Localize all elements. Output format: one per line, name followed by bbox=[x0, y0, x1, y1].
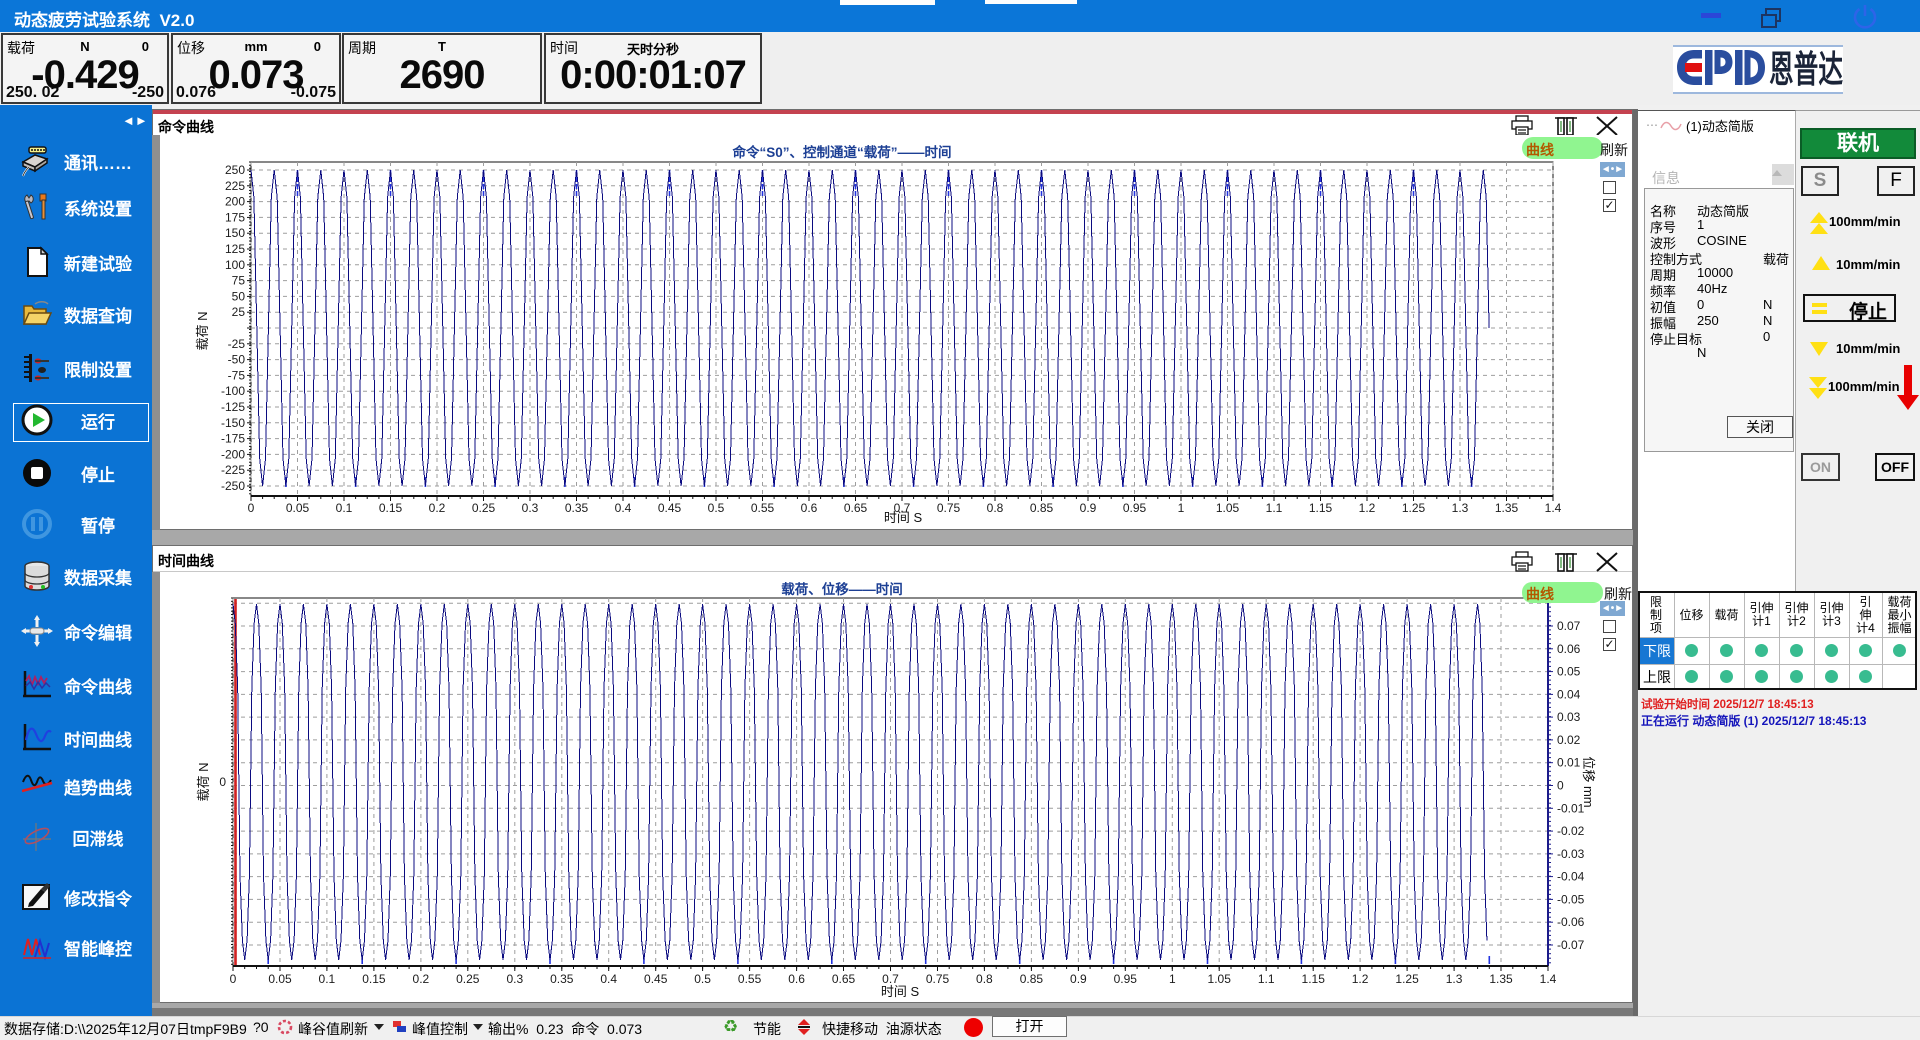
svg-text:载荷 N: 载荷 N bbox=[196, 762, 211, 801]
svg-text:恩普达: 恩普达 bbox=[1769, 49, 1843, 90]
svg-text:0.9: 0.9 bbox=[1080, 501, 1097, 515]
svg-text:0.25: 0.25 bbox=[472, 501, 496, 515]
svg-text:-50: -50 bbox=[228, 353, 246, 367]
svg-text:0: 0 bbox=[248, 501, 255, 515]
svg-text:0: 0 bbox=[230, 972, 237, 986]
svg-text:1.4: 1.4 bbox=[1540, 972, 1557, 986]
svg-text:1.05: 1.05 bbox=[1216, 501, 1240, 515]
svg-text:1.2: 1.2 bbox=[1359, 501, 1376, 515]
svg-text:1: 1 bbox=[1169, 972, 1176, 986]
svg-text:1.35: 1.35 bbox=[1489, 972, 1513, 986]
svg-text:0.25: 0.25 bbox=[456, 972, 480, 986]
svg-text:-200: -200 bbox=[221, 447, 245, 461]
svg-text:0.01: 0.01 bbox=[1557, 756, 1581, 770]
svg-text:0.2: 0.2 bbox=[429, 501, 446, 515]
svg-text:0.07: 0.07 bbox=[1557, 619, 1581, 633]
svg-text:0.35: 0.35 bbox=[550, 972, 574, 986]
svg-text:0.05: 0.05 bbox=[268, 972, 292, 986]
svg-text:-0.04: -0.04 bbox=[1557, 870, 1585, 884]
svg-text:-250: -250 bbox=[221, 479, 245, 493]
svg-text:载荷 N: 载荷 N bbox=[195, 311, 210, 350]
svg-text:1.1: 1.1 bbox=[1258, 972, 1275, 986]
svg-text:0.03: 0.03 bbox=[1557, 710, 1581, 724]
svg-text:0.75: 0.75 bbox=[926, 972, 950, 986]
svg-text:0.15: 0.15 bbox=[362, 972, 386, 986]
svg-text:-175: -175 bbox=[221, 432, 245, 446]
svg-text:1.25: 1.25 bbox=[1402, 501, 1426, 515]
svg-text:1.25: 1.25 bbox=[1395, 972, 1419, 986]
svg-text:1.4: 1.4 bbox=[1545, 501, 1562, 515]
svg-text:-100: -100 bbox=[221, 384, 245, 398]
svg-text:-0.06: -0.06 bbox=[1557, 915, 1585, 929]
svg-text:-0.03: -0.03 bbox=[1557, 847, 1585, 861]
svg-text:0.45: 0.45 bbox=[658, 501, 682, 515]
svg-text:时间 S: 时间 S bbox=[881, 984, 920, 999]
svg-text:时间 S: 时间 S bbox=[884, 510, 923, 525]
svg-text:0.85: 0.85 bbox=[1030, 501, 1054, 515]
svg-text:-25: -25 bbox=[228, 337, 246, 351]
svg-text:50: 50 bbox=[232, 289, 246, 303]
svg-text:75: 75 bbox=[232, 274, 246, 288]
svg-text:0.4: 0.4 bbox=[600, 972, 617, 986]
svg-text:175: 175 bbox=[225, 210, 245, 224]
svg-text:1.2: 1.2 bbox=[1352, 972, 1369, 986]
svg-text:0.06: 0.06 bbox=[1557, 642, 1581, 656]
svg-text:0.1: 0.1 bbox=[336, 501, 353, 515]
svg-text:1.15: 1.15 bbox=[1302, 972, 1326, 986]
svg-text:位移 mm: 位移 mm bbox=[1581, 756, 1596, 807]
svg-text:-0.05: -0.05 bbox=[1557, 892, 1585, 906]
svg-text:0.3: 0.3 bbox=[522, 501, 539, 515]
svg-text:0.55: 0.55 bbox=[751, 501, 775, 515]
svg-text:1.15: 1.15 bbox=[1309, 501, 1333, 515]
svg-text:0.8: 0.8 bbox=[987, 501, 1004, 515]
svg-text:0.6: 0.6 bbox=[788, 972, 805, 986]
svg-text:0.65: 0.65 bbox=[844, 501, 868, 515]
svg-text:0.1: 0.1 bbox=[319, 972, 336, 986]
svg-text:100: 100 bbox=[225, 258, 245, 272]
svg-text:0.05: 0.05 bbox=[286, 501, 310, 515]
svg-text:1: 1 bbox=[1178, 501, 1185, 515]
svg-text:25: 25 bbox=[232, 305, 246, 319]
svg-text:0.4: 0.4 bbox=[615, 501, 632, 515]
svg-text:0.9: 0.9 bbox=[1070, 972, 1087, 986]
svg-text:0.35: 0.35 bbox=[565, 501, 589, 515]
svg-text:1.35: 1.35 bbox=[1495, 501, 1519, 515]
svg-text:-0.02: -0.02 bbox=[1557, 824, 1585, 838]
svg-text:0.45: 0.45 bbox=[644, 972, 668, 986]
svg-text:1.3: 1.3 bbox=[1452, 501, 1469, 515]
svg-text:150: 150 bbox=[225, 226, 245, 240]
svg-text:1.05: 1.05 bbox=[1208, 972, 1232, 986]
svg-text:0.05: 0.05 bbox=[1557, 665, 1581, 679]
svg-text:0.95: 0.95 bbox=[1114, 972, 1138, 986]
svg-text:125: 125 bbox=[225, 242, 245, 256]
svg-text:0.55: 0.55 bbox=[738, 972, 762, 986]
svg-text:0.5: 0.5 bbox=[708, 501, 725, 515]
svg-text:200: 200 bbox=[225, 195, 245, 209]
svg-text:0: 0 bbox=[1557, 779, 1564, 793]
svg-text:0.15: 0.15 bbox=[379, 501, 403, 515]
svg-text:-0.07: -0.07 bbox=[1557, 938, 1585, 952]
svg-text:0.65: 0.65 bbox=[832, 972, 856, 986]
svg-text:1.3: 1.3 bbox=[1446, 972, 1463, 986]
svg-text:0.85: 0.85 bbox=[1020, 972, 1044, 986]
svg-text:0.6: 0.6 bbox=[801, 501, 818, 515]
svg-text:0.8: 0.8 bbox=[976, 972, 993, 986]
svg-text:-150: -150 bbox=[221, 416, 245, 430]
svg-text:0.5: 0.5 bbox=[694, 972, 711, 986]
svg-text:0.2: 0.2 bbox=[413, 972, 430, 986]
svg-text:-125: -125 bbox=[221, 400, 245, 414]
svg-text:0: 0 bbox=[219, 775, 226, 789]
svg-text:225: 225 bbox=[225, 179, 245, 193]
svg-text:-75: -75 bbox=[228, 368, 246, 382]
svg-text:0.75: 0.75 bbox=[937, 501, 961, 515]
svg-text:1.1: 1.1 bbox=[1266, 501, 1283, 515]
svg-text:0.02: 0.02 bbox=[1557, 733, 1581, 747]
svg-text:0.04: 0.04 bbox=[1557, 687, 1581, 701]
svg-text:-225: -225 bbox=[221, 463, 245, 477]
svg-text:250: 250 bbox=[225, 163, 245, 177]
svg-text:0.95: 0.95 bbox=[1123, 501, 1147, 515]
svg-text:-0.01: -0.01 bbox=[1557, 801, 1585, 815]
svg-text:0.3: 0.3 bbox=[506, 972, 523, 986]
